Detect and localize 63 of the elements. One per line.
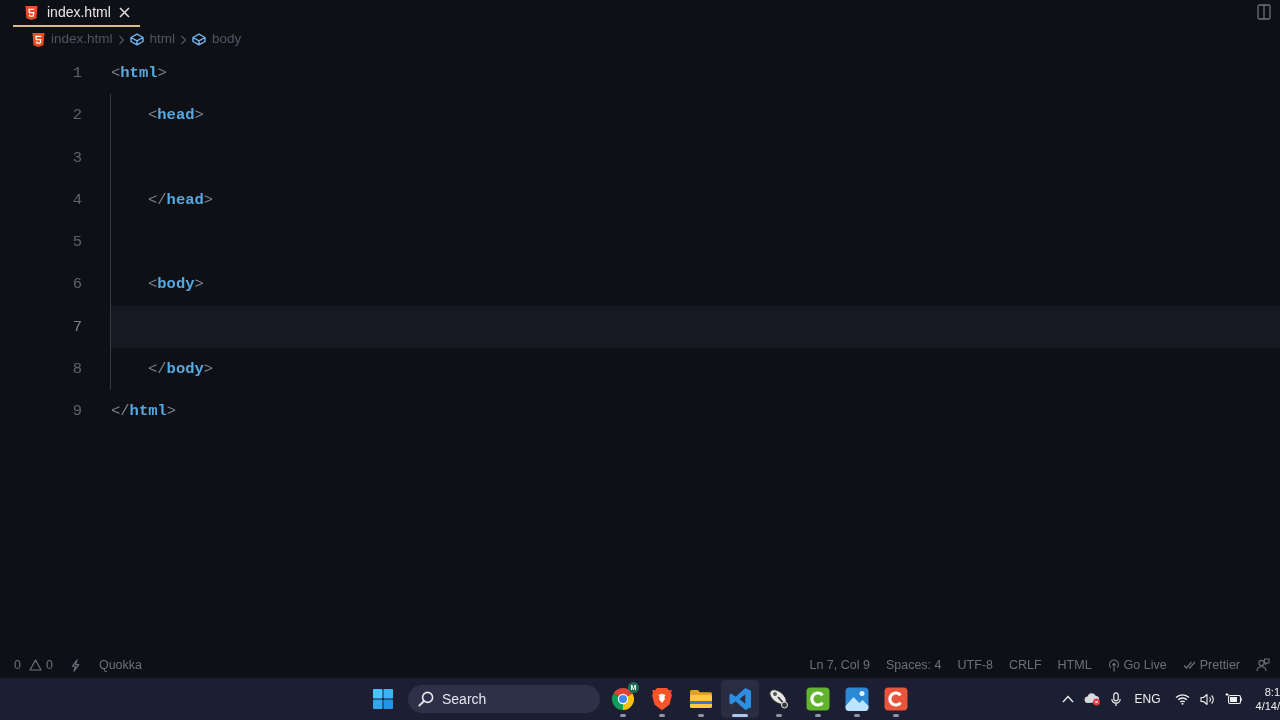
c-tile-icon bbox=[884, 687, 908, 711]
line-number: 9 bbox=[72, 402, 82, 420]
code-text: <html> bbox=[111, 64, 167, 82]
clock-date[interactable]: 4/14/ bbox=[1255, 699, 1280, 713]
speaker-icon[interactable] bbox=[1199, 692, 1215, 706]
wifi-icon[interactable] bbox=[1174, 693, 1190, 705]
search-field[interactable]: Search bbox=[408, 685, 600, 713]
formatter-status[interactable]: Prettier bbox=[1182, 655, 1240, 675]
line-number: 2 bbox=[72, 106, 82, 125]
breadcrumb-item[interactable]: body bbox=[192, 29, 242, 50]
status-item[interactable]: HTML bbox=[1057, 655, 1092, 675]
ribbon-logo-icon bbox=[728, 687, 752, 711]
status-item[interactable]: CRLF bbox=[1008, 655, 1042, 675]
breadcrumb-item[interactable]: html bbox=[129, 29, 176, 50]
status-item[interactable]: 0 bbox=[14, 655, 21, 675]
line-number: 4 bbox=[72, 190, 82, 209]
split-view-icon[interactable] bbox=[1257, 4, 1271, 20]
feedback-icon[interactable] bbox=[1256, 658, 1270, 672]
cloud-icon[interactable] bbox=[1083, 692, 1101, 706]
shield-icon bbox=[651, 687, 673, 711]
photo-tile-icon bbox=[845, 687, 869, 711]
status-item[interactable]: Ln 7, Col 9 bbox=[809, 655, 870, 675]
satellite-dish-icon bbox=[767, 687, 791, 711]
line-number: 3 bbox=[72, 148, 82, 167]
file-type-icon bbox=[32, 32, 45, 47]
file-type-icon bbox=[25, 5, 38, 20]
folder-icon bbox=[689, 689, 713, 709]
clock-time[interactable]: 8:1 bbox=[1255, 685, 1280, 699]
broadcast-icon bbox=[1107, 658, 1120, 672]
breadcrumb-item[interactable]: index.html bbox=[32, 29, 113, 50]
language-indicator[interactable]: ENG bbox=[1134, 690, 1161, 708]
close-icon[interactable] bbox=[118, 7, 130, 18]
editor-tab[interactable]: index.html bbox=[13, 0, 140, 27]
round-logo-icon bbox=[611, 687, 635, 711]
chevron-right-icon bbox=[180, 34, 188, 45]
status-item[interactable]: UTF-8 bbox=[957, 655, 993, 675]
code-text: </head> bbox=[148, 190, 214, 209]
go-live-button[interactable]: Go Live bbox=[1107, 655, 1167, 675]
lightning-icon[interactable] bbox=[70, 658, 80, 672]
code-text: <body> bbox=[148, 275, 204, 294]
microphone-icon[interactable] bbox=[1110, 691, 1121, 707]
cube-icon bbox=[192, 33, 207, 46]
status-item[interactable]: Spaces: 4 bbox=[885, 655, 942, 675]
code-text: </html> bbox=[111, 402, 177, 420]
code-text: </body> bbox=[148, 359, 214, 378]
line-number: 8 bbox=[72, 359, 82, 378]
cube-icon bbox=[129, 33, 144, 46]
line-number: 1 bbox=[72, 64, 82, 82]
chevron-right-icon bbox=[117, 34, 125, 45]
chevron-up-icon[interactable] bbox=[1061, 695, 1074, 703]
line-number: 6 bbox=[72, 275, 82, 294]
code-text: <head> bbox=[148, 106, 204, 125]
warning-count[interactable]: 0 bbox=[28, 655, 53, 675]
search-icon bbox=[418, 691, 434, 707]
windows-logo-icon bbox=[373, 689, 393, 709]
taskbar-app-button[interactable] bbox=[721, 680, 759, 718]
battery-icon[interactable] bbox=[1224, 693, 1242, 705]
line-number: 5 bbox=[72, 233, 82, 251]
line-number: 7 bbox=[72, 317, 82, 336]
status-item[interactable]: Quokka bbox=[98, 655, 142, 675]
double-check-icon bbox=[1182, 660, 1196, 670]
warning-icon bbox=[28, 659, 42, 671]
c-tile-icon bbox=[806, 687, 830, 711]
